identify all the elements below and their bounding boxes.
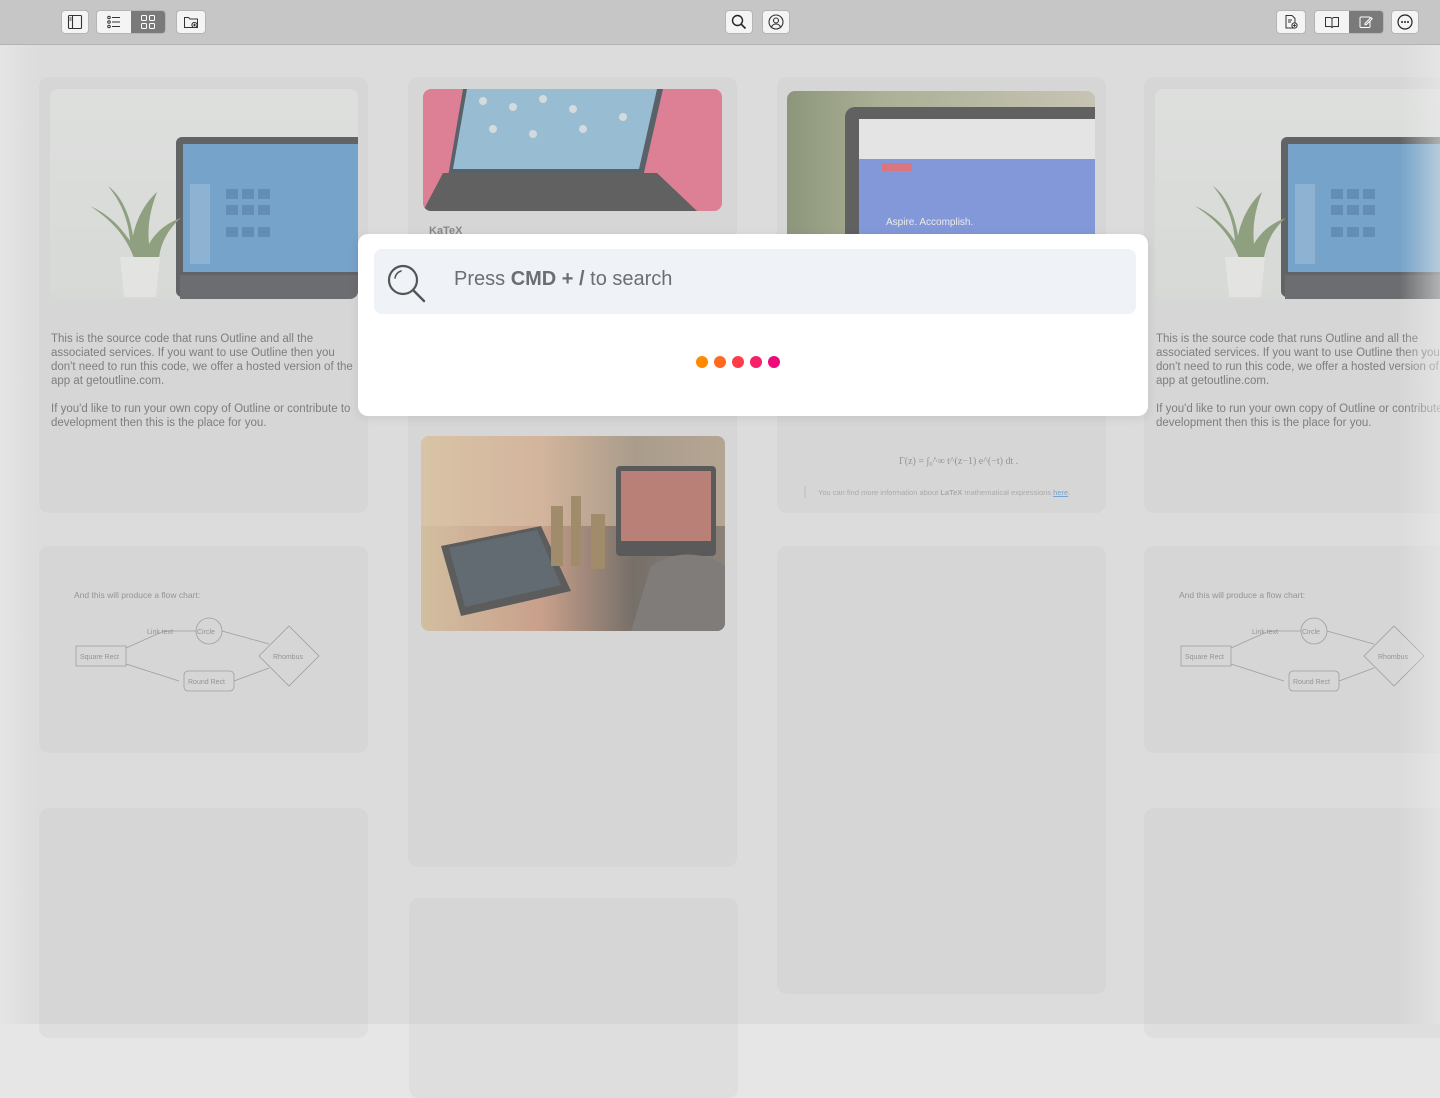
grid-icon: [141, 15, 155, 29]
sidebar-icon: [67, 14, 83, 30]
search-button[interactable]: [725, 10, 753, 34]
loading-indicator: [696, 356, 780, 368]
search-modal: Press CMD + / to search: [358, 234, 1148, 416]
search-icon: [731, 14, 747, 30]
list-view-button[interactable]: [97, 11, 131, 33]
mode-switcher: [1314, 10, 1384, 34]
document-add-icon: [1285, 15, 1298, 29]
search-icon: [387, 264, 426, 303]
more-button[interactable]: [1391, 10, 1419, 34]
search-input[interactable]: Press CMD + / to search: [374, 249, 1136, 314]
loader-dot: [732, 356, 744, 368]
search-placeholder: Press CMD + / to search: [454, 268, 672, 291]
folder-add-icon: [184, 17, 198, 29]
more-icon: [1397, 14, 1413, 30]
modal-overlay[interactable]: [0, 45, 1440, 1024]
search-prefix: Press: [454, 268, 511, 290]
loader-dot: [714, 356, 726, 368]
book-icon: [1325, 17, 1339, 29]
view-switcher: [96, 10, 166, 34]
new-folder-button[interactable]: [176, 10, 206, 34]
new-document-button[interactable]: [1276, 10, 1306, 34]
loader-dot: [750, 356, 762, 368]
edit-icon: [1359, 16, 1373, 28]
sidebar-toggle-button[interactable]: [61, 10, 89, 34]
search-shortcut: CMD + /: [510, 268, 585, 290]
loader-dot: [696, 356, 708, 368]
account-button[interactable]: [762, 10, 790, 34]
list-icon: [107, 15, 120, 29]
grid-view-button[interactable]: [131, 11, 165, 33]
read-mode-button[interactable]: [1315, 11, 1349, 33]
top-toolbar: [0, 0, 1440, 45]
edit-mode-button[interactable]: [1349, 11, 1383, 33]
loader-dot: [768, 356, 780, 368]
search-suffix: to search: [584, 268, 673, 290]
user-icon: [768, 14, 784, 30]
